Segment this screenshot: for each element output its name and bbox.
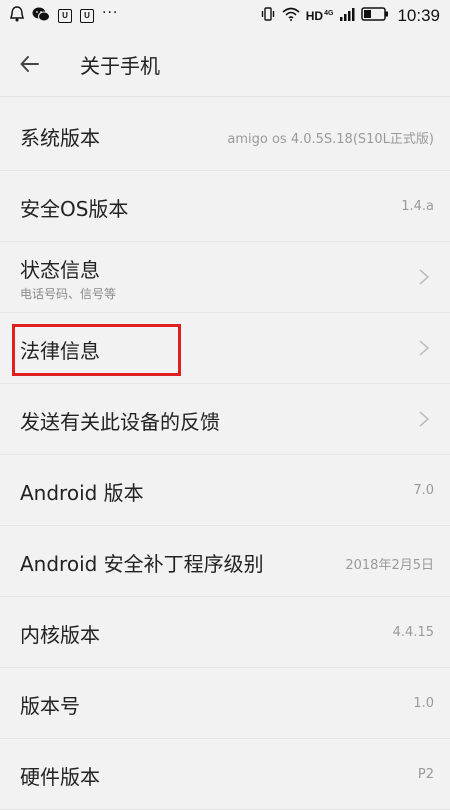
row-label: 硬件版本: [20, 765, 100, 789]
row-label: Android 版本: [20, 481, 144, 505]
network-hd-text: HD: [305, 9, 324, 23]
signal-icon: [339, 7, 355, 25]
status-time: 10:39: [397, 6, 440, 25]
row-secure-os-version[interactable]: 安全OS版本 1.4.a: [0, 171, 450, 242]
u-badge-icon: U: [80, 9, 94, 23]
row-label: 内核版本: [20, 623, 100, 647]
row-label: 法律信息: [20, 339, 100, 363]
status-bar: U U ··· HD4G 10:39: [0, 0, 450, 32]
row-label: 发送有关此设备的反馈: [20, 410, 220, 434]
row-status-info[interactable]: 状态信息 电话号码、信号等: [0, 242, 450, 313]
chevron-right-icon: [419, 340, 430, 356]
settings-list: 系统版本 amigo os 4.0.5S.18(S10L正式版) 安全OS版本 …: [0, 100, 450, 810]
chevron-right-icon: [419, 411, 430, 427]
row-build-number[interactable]: 版本号 1.0: [0, 668, 450, 739]
row-legal-info[interactable]: 法律信息: [0, 313, 450, 384]
row-value: 1.4.a: [401, 199, 434, 214]
row-subtitle: 电话号码、信号等: [20, 287, 117, 301]
row-value: 7.0: [413, 483, 434, 498]
chevron-right-icon: [419, 269, 430, 285]
page-title: 关于手机: [80, 54, 160, 78]
status-left-icons: U U ···: [10, 5, 126, 26]
row-label: 系统版本: [20, 126, 100, 150]
row-label: 状态信息: [20, 258, 100, 282]
app-icon: [10, 6, 24, 26]
app-bar: 关于手机: [0, 32, 450, 97]
row-value: 4.4.15: [392, 625, 434, 640]
network-type-label: HD4G: [306, 9, 334, 23]
row-send-feedback[interactable]: 发送有关此设备的反馈: [0, 384, 450, 455]
row-security-patch-level[interactable]: Android 安全补丁程序级别 2018年2月5日: [0, 526, 450, 597]
row-value: P2: [417, 767, 434, 782]
arrow-left-icon: [20, 56, 39, 72]
battery-icon: [361, 7, 389, 25]
back-button[interactable]: [12, 46, 48, 82]
wechat-icon: [32, 7, 50, 26]
row-android-version[interactable]: Android 版本 7.0: [0, 455, 450, 526]
row-label: 版本号: [20, 694, 80, 718]
wifi-icon: [282, 7, 300, 25]
u-badge-icon: U: [58, 9, 72, 23]
row-hardware-version[interactable]: 硬件版本 P2: [0, 739, 450, 810]
row-value: 1.0: [413, 696, 434, 711]
status-right-icons: HD4G 10:39: [254, 5, 440, 27]
vibrate-icon: [260, 6, 276, 26]
row-label: Android 安全补丁程序级别: [20, 552, 264, 576]
network-gen-text: 4G: [324, 10, 334, 17]
row-kernel-version[interactable]: 内核版本 4.4.15: [0, 597, 450, 668]
row-value: 2018年2月5日: [345, 558, 434, 573]
row-label: 安全OS版本: [20, 197, 129, 221]
row-value: amigo os 4.0.5S.18(S10L正式版): [227, 132, 434, 147]
more-dots-icon: ···: [102, 5, 119, 21]
row-system-version[interactable]: 系统版本 amigo os 4.0.5S.18(S10L正式版): [0, 100, 450, 171]
